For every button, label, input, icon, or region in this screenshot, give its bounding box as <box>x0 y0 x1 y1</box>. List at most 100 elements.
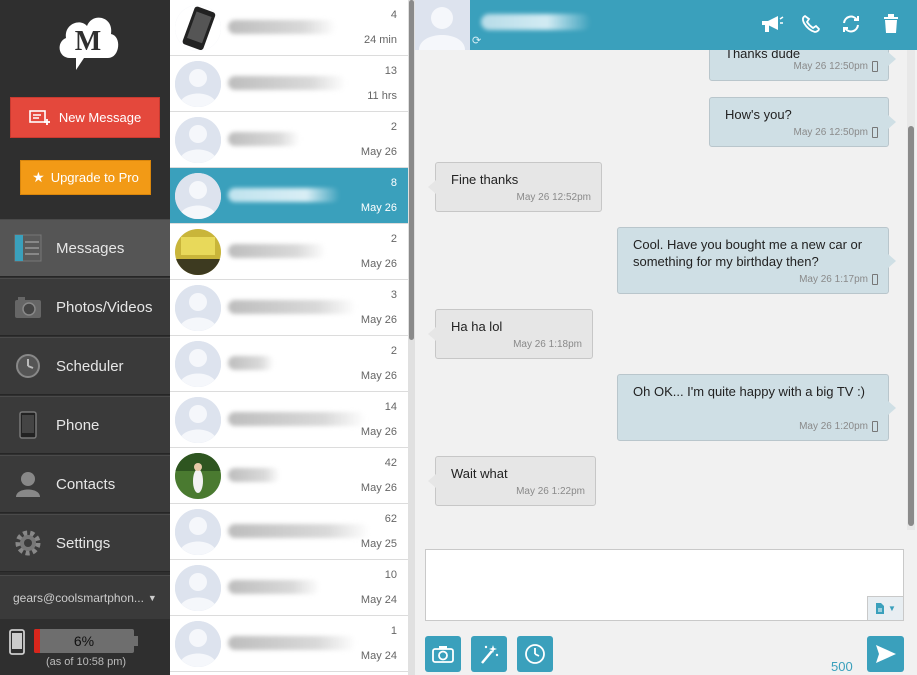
trash-icon[interactable] <box>877 10 905 38</box>
message-count: 13 <box>384 65 397 77</box>
scrollbar-thumb[interactable] <box>409 0 414 340</box>
message-meta: May 26 12:50pm <box>794 124 878 141</box>
message-count: 4 <box>390 9 397 21</box>
chevron-down-icon: ▼ <box>147 592 157 603</box>
message-timestamp: May 26 1:17pm <box>799 274 868 285</box>
megaphone-icon[interactable] <box>758 10 786 38</box>
conversation-item[interactable]: 14 May 26 <box>170 392 408 448</box>
message-meta: May 26 12:52pm <box>517 189 592 206</box>
avatar <box>175 61 221 107</box>
conversation-item[interactable]: 13 11 hrs <box>170 56 408 112</box>
avatar <box>175 173 221 219</box>
nav-label: Scheduler <box>56 357 124 375</box>
incoming-message: Wait what May 26 1:22pm <box>428 456 596 506</box>
contact-avatar <box>415 0 470 50</box>
message-count: 2 <box>390 345 397 357</box>
chat-scrollbar[interactable] <box>907 50 915 530</box>
incoming-message: Ha ha lol May 26 1:18pm <box>428 309 593 359</box>
avatar <box>175 621 221 667</box>
chat-header: ⟳ <box>415 0 917 50</box>
conversation-item[interactable]: 2 May 26 <box>170 112 408 168</box>
message-count: 2 <box>390 121 397 133</box>
contact-name <box>228 580 320 594</box>
magic-wand-icon <box>481 645 499 664</box>
conversation-list: 4 24 min 13 11 hrs 2 May 26 8 May 26 2 May 26 3 May… <box>170 0 408 675</box>
avatar <box>175 229 221 275</box>
messages-icon <box>0 234 56 262</box>
avatar <box>175 117 221 163</box>
contact-icon <box>0 470 56 498</box>
svg-text:M: M <box>75 26 101 57</box>
star-icon: ★ <box>32 169 45 185</box>
schedule-button[interactable] <box>517 636 553 672</box>
avatar <box>175 341 221 387</box>
call-icon[interactable] <box>797 10 825 38</box>
contact-name <box>228 468 280 482</box>
conversation-item[interactable]: 42 May 26 <box>170 448 408 504</box>
message-count: 8 <box>390 177 397 189</box>
app-logo: M <box>54 6 122 72</box>
contact-name <box>228 76 346 90</box>
last-message-time: 11 hrs <box>367 90 397 102</box>
camera-icon <box>432 646 454 663</box>
send-button[interactable] <box>867 636 904 672</box>
nav-contacts[interactable]: Contacts <box>0 455 170 513</box>
nav-scheduler[interactable]: Scheduler <box>0 337 170 395</box>
last-message-time: May 24 <box>360 650 397 662</box>
character-count: 500 <box>831 659 853 674</box>
scrollbar-thumb[interactable] <box>908 126 914 526</box>
conversation-item[interactable]: 3 May 26 <box>170 280 408 336</box>
avatar <box>175 453 221 499</box>
contact-name <box>228 188 340 202</box>
last-message-time: May 26 <box>360 146 397 158</box>
templates-button[interactable]: ▼ <box>867 596 903 620</box>
message-composer[interactable]: ▼ <box>425 549 904 621</box>
outgoing-message: How's you? May 26 12:50pm <box>709 97 896 147</box>
battery-bar: 6% <box>34 629 134 653</box>
attach-photo-button[interactable] <box>425 636 461 672</box>
message-text: Ha ha lol <box>451 319 503 334</box>
nav-phone[interactable]: Phone <box>0 396 170 454</box>
last-message-time: May 25 <box>360 538 397 550</box>
conversation-list-scrollbar[interactable] <box>408 0 415 675</box>
sent-from-phone-icon <box>872 421 878 432</box>
gear-icon <box>0 529 56 557</box>
message-text: How's you? <box>725 107 792 122</box>
conversation-item[interactable]: 2 May 26 <box>170 336 408 392</box>
message-input[interactable] <box>426 550 903 620</box>
magic-wand-button[interactable] <box>471 636 507 672</box>
message-count: 10 <box>384 569 397 581</box>
battery-status: 6% (as of 10:58 pm) <box>0 620 170 675</box>
new-message-button[interactable]: New Message <box>10 97 160 138</box>
conversation-item[interactable]: 8 May 26 <box>170 168 408 224</box>
avatar <box>175 397 221 443</box>
compose-icon <box>29 109 50 125</box>
last-message-time: May 26 <box>360 482 397 494</box>
contact-name <box>481 14 591 30</box>
nav-messages[interactable]: Messages <box>0 219 170 277</box>
account-dropdown[interactable]: gears@coolsmartphon... ▼ <box>0 575 170 619</box>
refresh-icon[interactable] <box>837 10 865 38</box>
message-count: 3 <box>390 289 397 301</box>
conversation-item[interactable]: 1 May 24 <box>170 616 408 672</box>
message-text: Fine thanks <box>451 172 519 187</box>
message-count: 2 <box>390 233 397 245</box>
conversation-item[interactable]: 2 May 26 <box>170 224 408 280</box>
upgrade-to-pro-button[interactable]: ★ Upgrade to Pro <box>20 160 151 195</box>
nav-photos-videos[interactable]: Photos/Videos <box>0 278 170 336</box>
sidebar: M New Message ★ Upgrade to Pro Messages … <box>0 0 170 675</box>
message-meta: May 26 1:18pm <box>513 336 582 353</box>
last-message-time: May 24 <box>360 594 397 606</box>
message-timestamp: May 26 12:50pm <box>793 61 869 72</box>
nav-settings[interactable]: Settings <box>0 514 170 572</box>
chat-panel: ⟳ Thanks dude May 26 12:50pm How's you? May… <box>415 0 917 675</box>
upgrade-label: Upgrade to Pro <box>50 170 139 185</box>
last-message-time: May 26 <box>360 370 397 382</box>
last-message-time: May 26 <box>360 202 397 214</box>
battery-percent: 6% <box>73 633 95 649</box>
conversation-item[interactable]: 4 24 min <box>170 0 408 56</box>
conversation-item[interactable]: 62 May 25 <box>170 504 408 560</box>
incoming-message: Fine thanks May 26 12:52pm <box>428 162 602 212</box>
conversation-item[interactable]: 10 May 24 <box>170 560 408 616</box>
message-meta: May 26 1:22pm <box>516 483 585 500</box>
